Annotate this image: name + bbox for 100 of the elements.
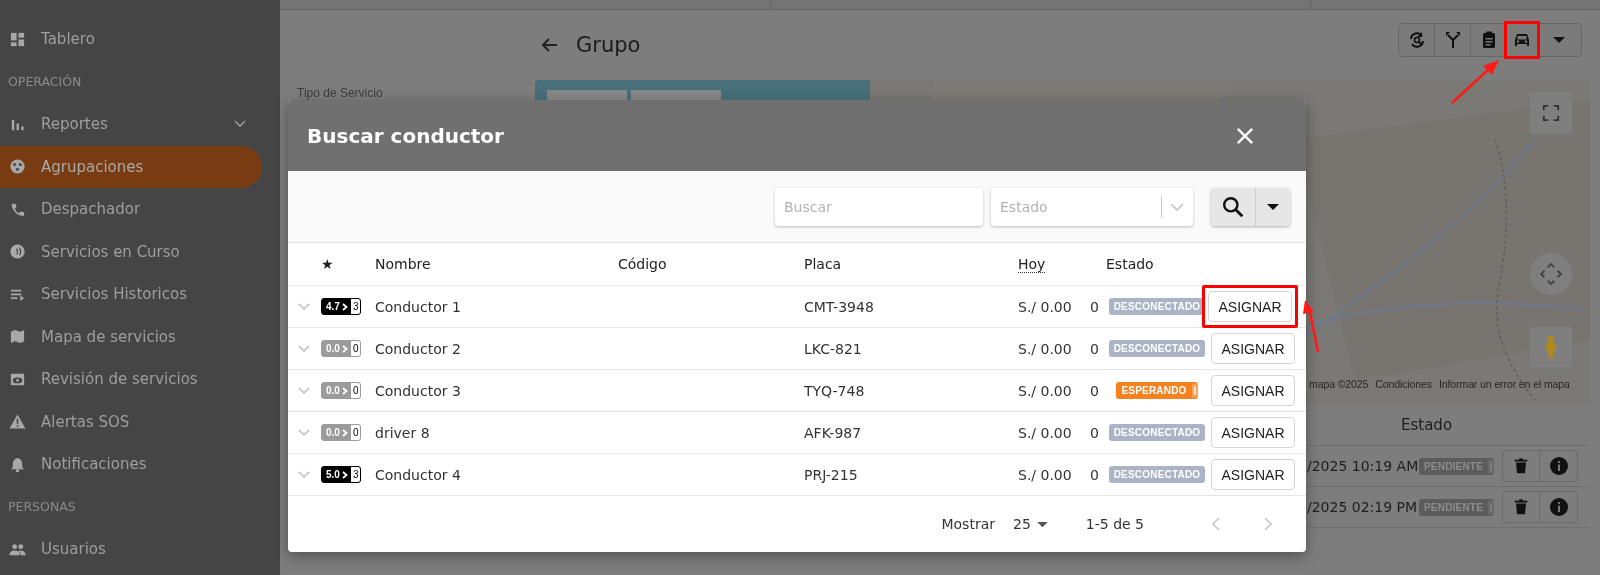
table-cell-text: 0 xyxy=(1090,298,1100,315)
chevron-right-icon xyxy=(341,470,348,479)
table-cell-text: driver 8 xyxy=(375,424,431,441)
chevron-right-icon xyxy=(1264,517,1272,531)
column-header: ★ xyxy=(320,256,335,272)
status-label: ESPERANDO xyxy=(1120,385,1188,396)
chevron-down-icon xyxy=(1170,202,1184,211)
table-cell-text: S./ 0.00 xyxy=(1018,298,1073,315)
nav-item[interactable]: Despachador xyxy=(0,188,262,231)
search-button[interactable] xyxy=(1211,187,1255,226)
status-label: DESCONECTADO xyxy=(1112,469,1202,480)
page-size-label: Mostrar xyxy=(941,516,995,532)
caret-down-icon xyxy=(1036,520,1048,528)
close-icon xyxy=(1236,126,1254,145)
table-cell-text: TYQ-748 xyxy=(804,382,866,399)
section-heading: OPERACIÓN xyxy=(7,72,83,91)
fullscreen-button[interactable] xyxy=(1530,92,1572,134)
assign-button[interactable]: ASIGNAR xyxy=(1211,459,1295,490)
nav-item[interactable]: Agrupaciones xyxy=(0,145,262,188)
table-cell-text: S./ 0.00 xyxy=(1018,424,1073,441)
info-mark-icon xyxy=(1488,457,1495,475)
status-select[interactable]: Estado xyxy=(991,187,1193,226)
nav-item[interactable]: Servicios en Curso xyxy=(0,230,262,273)
nav-item[interactable]: Servicios Historicos xyxy=(0,273,262,316)
section-heading: PERSONAS xyxy=(7,497,77,516)
assign-button[interactable]: ASIGNAR xyxy=(1211,417,1295,448)
table-cell-text: PRJ-215 xyxy=(804,466,859,483)
annotation-arrow xyxy=(1451,60,1499,104)
bell-icon xyxy=(9,455,26,473)
page-range: 1-5 de 5 xyxy=(1085,516,1144,532)
search-icon xyxy=(1222,195,1244,218)
table-cell-text: Conductor 2 xyxy=(375,340,462,357)
column-header: Placa xyxy=(804,256,843,272)
rating-count: 0 xyxy=(350,425,361,440)
caret-down-icon xyxy=(1267,202,1279,211)
info-icon xyxy=(1548,497,1569,517)
dialog-title: Buscar conductor xyxy=(307,123,505,148)
table-cell-text: 0 xyxy=(1090,424,1100,441)
nav-item[interactable]: Usuarios xyxy=(0,528,262,571)
table-cell-text: CMT-3948 xyxy=(804,298,875,315)
page-size-select[interactable]: 25 xyxy=(1009,516,1052,532)
chevron-right-icon xyxy=(341,344,348,353)
filter-label: Tipo de Servicio xyxy=(297,86,383,100)
fullscreen-icon xyxy=(1542,104,1560,122)
radio-circle-icon xyxy=(9,243,26,261)
table-cell-text: LKC-821 xyxy=(804,340,863,357)
palette-icon xyxy=(9,158,26,176)
column-header: Hoy xyxy=(1018,256,1046,273)
column-header: Estado xyxy=(1401,416,1453,434)
annotation-arrow xyxy=(1303,300,1320,353)
table-cell-text: Conductor 4 xyxy=(375,466,462,483)
info-mark-icon xyxy=(1191,382,1198,399)
column-header: Código xyxy=(618,256,668,272)
table-cell-text: S./ 0.00 xyxy=(1018,466,1073,483)
table-cell-text: 0 xyxy=(1090,382,1100,399)
nav-item[interactable]: Mapa de servicios xyxy=(0,315,262,358)
dropdown-button[interactable] xyxy=(1255,187,1290,226)
column-header: Estado xyxy=(1106,256,1155,272)
column-header: Nombre xyxy=(375,256,432,272)
table-cell: /2025 02:19 PM xyxy=(1307,499,1419,515)
table-cell-text: 0 xyxy=(1090,340,1100,357)
page-title: Grupo xyxy=(576,33,641,57)
rating-value: 4.7 xyxy=(325,301,341,312)
table-cell-text: Conductor 3 xyxy=(375,382,462,399)
assign-button[interactable]: ASIGNAR xyxy=(1211,333,1295,364)
assign-button[interactable]: ASIGNAR xyxy=(1211,375,1295,406)
move-arrows-icon xyxy=(1540,263,1562,285)
status-label: DESCONECTADO xyxy=(1112,301,1202,312)
map-attribution-link[interactable]: mapa ©2025 xyxy=(1309,378,1369,390)
nav-item[interactable]: Revisión de servicios xyxy=(0,358,262,401)
rating-value: 5.0 xyxy=(325,469,341,480)
map-attribution-link[interactable]: Informar un error en el mapa xyxy=(1438,378,1570,390)
table-cell-text: 0 xyxy=(1090,466,1100,483)
rating-count: 3 xyxy=(350,467,361,482)
toolbar-button[interactable] xyxy=(1399,24,1435,56)
rating-value: 0.0 xyxy=(325,427,341,438)
search-field[interactable]: Buscar xyxy=(775,187,983,226)
chevron-right-icon xyxy=(341,428,348,437)
rating-count: 0 xyxy=(350,383,361,398)
table-cell-text: S./ 0.00 xyxy=(1018,382,1073,399)
chevron-left-icon xyxy=(1212,517,1220,531)
rating-value: 0.0 xyxy=(325,385,341,396)
select-input[interactable]: Estado xyxy=(1000,198,1153,215)
dashboard-icon xyxy=(9,30,26,48)
rating-count: 3 xyxy=(350,299,361,314)
chevron-right-icon xyxy=(341,386,348,395)
caret-down-icon xyxy=(1553,37,1565,43)
nav-item[interactable]: Alertas SOS xyxy=(0,400,262,443)
nav-item[interactable]: Tablero xyxy=(0,18,262,61)
nav-item[interactable]: Reportes xyxy=(0,103,262,146)
assign-button[interactable]: ASIGNAR xyxy=(1208,291,1292,322)
warning-icon xyxy=(9,413,26,431)
nav-item[interactable]: Notificaciones xyxy=(0,443,262,486)
map-icon xyxy=(9,328,26,346)
rating-count: 0 xyxy=(350,341,361,356)
table-cell-text: S./ 0.00 xyxy=(1018,340,1073,357)
status-label: DESCONECTADO xyxy=(1112,343,1202,354)
map-attribution-link[interactable]: Condiciones xyxy=(1375,378,1432,390)
rating-value: 0.0 xyxy=(325,343,341,354)
table-cell: /2025 10:19 AM xyxy=(1307,458,1419,474)
